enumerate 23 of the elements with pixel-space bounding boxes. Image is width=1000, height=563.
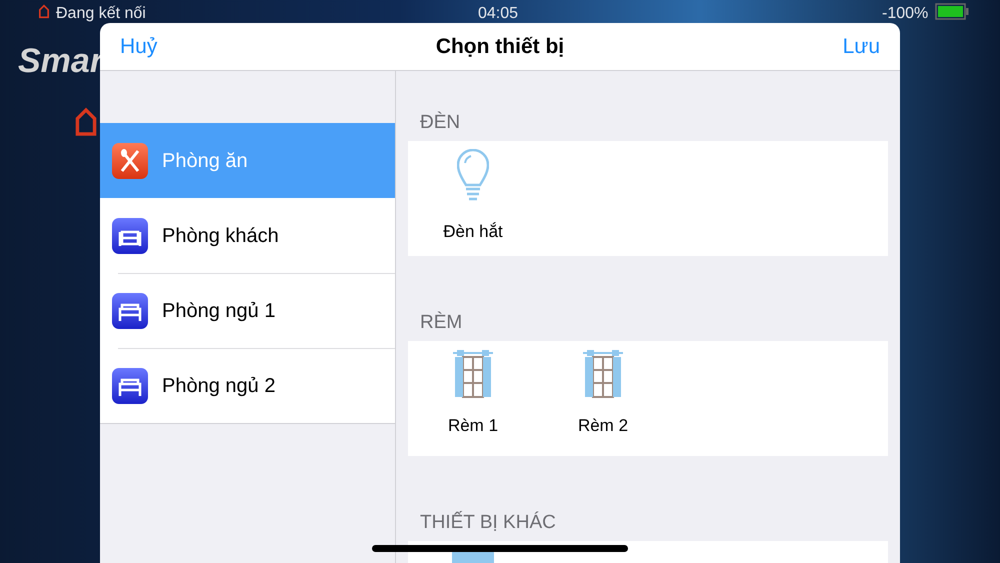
- room-item[interactable]: Phòng ngủ 2: [100, 348, 395, 423]
- dialog-title: Chọn thiết bị: [436, 34, 564, 60]
- curtain-icon[interactable]: [452, 349, 494, 399]
- dining-icon: [112, 142, 148, 178]
- room-item[interactable]: Phòng khách: [100, 198, 395, 273]
- device-label[interactable]: Rèm 2: [578, 413, 628, 438]
- section-header: THIẾT BỊ KHÁC: [419, 510, 557, 535]
- room-item[interactable]: Phòng ngủ 1: [100, 273, 395, 348]
- home-icon: [74, 106, 98, 138]
- home-icon: [38, 4, 50, 19]
- bed-icon: [112, 292, 148, 328]
- section-header: RÈM: [419, 310, 464, 335]
- device-label[interactable]: Rèm 1: [448, 413, 498, 438]
- app-title: Smar: [18, 44, 104, 78]
- armchair-icon: [112, 218, 148, 254]
- curtain-icon[interactable]: [582, 349, 624, 399]
- device-label[interactable]: Đèn hắt: [443, 219, 503, 244]
- bed-icon: [112, 368, 148, 404]
- section-header: ĐÈN: [419, 110, 462, 135]
- battery-percent: -100%: [882, 4, 928, 24]
- clock: 04:05: [478, 4, 518, 24]
- battery-icon: [935, 3, 969, 20]
- connection-status: Đang kết nối: [56, 4, 146, 24]
